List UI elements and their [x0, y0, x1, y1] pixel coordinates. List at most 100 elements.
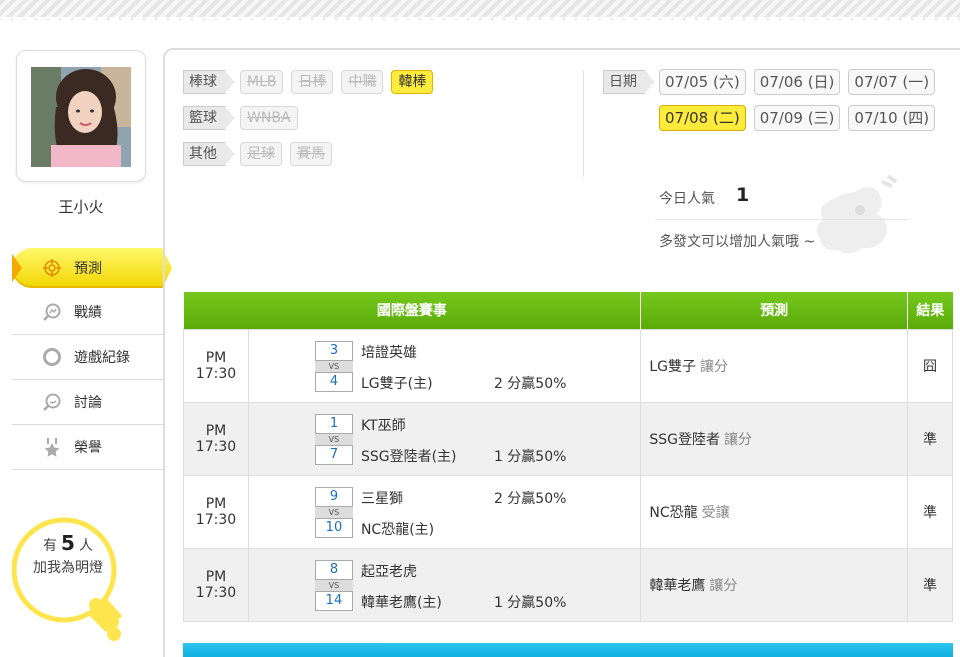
target-icon — [42, 258, 62, 278]
date-chip-0708[interactable]: 07/08 (二) — [659, 105, 746, 131]
popularity-message: 多發文可以增加人氣哦 ~ — [659, 234, 816, 250]
chip-horse-racing[interactable]: 賽馬 — [290, 142, 332, 166]
nav-item-label: 榮譽 — [74, 440, 102, 456]
away-team: KT巫師 — [360, 417, 406, 434]
away-score: 9 — [314, 486, 353, 507]
prediction-cell: SSG登陸者 讓分 — [640, 401, 909, 476]
table-header: 國際盤賽事 預測 結果 — [183, 292, 953, 329]
circle-icon — [42, 347, 62, 367]
result-cell: 準 — [907, 401, 953, 476]
category-row-baseball: 棒球 MLB 日棒 中職 韓棒 — [183, 70, 441, 94]
vs-label: VS — [314, 360, 353, 372]
home-team: NC恐龍(主) — [360, 521, 435, 538]
category-row-other: 其他 足球 賽馬 — [183, 142, 340, 166]
table-row: PM 17:30 1 VS 7 KT巫師 SSG登陸者(主) 1 分贏50% SSG登陸者 讓分… — [183, 401, 953, 476]
prediction-table: 國際盤賽事 預測 結果 PM 17:30 3 VS 4 培證英雄 LG雙子(主) 2 分贏5… — [183, 292, 953, 622]
handicap: 1 分贏50% — [493, 448, 567, 465]
star-medal-icon — [42, 437, 62, 457]
away-score: 3 — [314, 340, 353, 361]
result-cell: 準 — [907, 474, 953, 549]
category-label-basketball: 籃球 — [183, 106, 234, 130]
chat-search-icon — [42, 392, 62, 412]
prediction-cell: LG雙子 讓分 — [640, 328, 909, 403]
sidebar-nav: 預測 戰績 遊戲紀錄 討論 榮譽 — [12, 248, 172, 470]
category-row-basketball: 籃球 WNBA — [183, 106, 306, 130]
match-time: PM 17:30 — [183, 401, 249, 476]
prediction-type: 受讓 — [701, 504, 730, 521]
decorative-top-border — [0, 0, 960, 25]
category-label-other: 其他 — [183, 142, 234, 166]
header-match: 國際盤賽事 — [183, 292, 642, 329]
date-chip-0706[interactable]: 07/06 (日) — [753, 69, 841, 95]
nav-item-discussion[interactable]: 討論 — [12, 380, 164, 425]
date-label: 日期 — [603, 70, 654, 94]
handicap: 1 分贏50% — [493, 594, 567, 611]
vs-label: VS — [314, 433, 353, 445]
home-team: LG雙子(主) — [360, 375, 433, 392]
category-label-baseball: 棒球 — [183, 70, 234, 94]
chip-mlb[interactable]: MLB — [240, 70, 284, 94]
prediction-type: 讓分 — [723, 431, 752, 448]
popularity-value: 1 — [736, 184, 750, 206]
nav-item-label: 遊戲紀錄 — [74, 350, 130, 366]
nav-item-honor[interactable]: 榮譽 — [12, 425, 164, 470]
date-chip-0709[interactable]: 07/09 (三) — [753, 105, 841, 131]
divider — [583, 70, 584, 177]
chip-npb[interactable]: 日棒 — [291, 70, 334, 94]
vs-label: VS — [314, 579, 353, 591]
user-name: 王小火 — [58, 198, 104, 216]
vs-label: VS — [314, 506, 353, 518]
nav-item-record[interactable]: 戰績 — [12, 290, 164, 335]
away-team: 起亞老虎 — [360, 563, 417, 580]
nav-item-label: 戰績 — [74, 305, 102, 321]
match-time: PM 17:30 — [183, 474, 249, 549]
home-score: 4 — [314, 371, 353, 392]
date-chip-0710[interactable]: 07/10 (四) — [848, 105, 936, 131]
chip-cpbl[interactable]: 中職 — [341, 70, 384, 94]
away-team: 培證英雄 — [360, 344, 417, 361]
match-cell: 1 VS 7 KT巫師 SSG登陸者(主) 1 分贏50% — [247, 401, 642, 476]
match-time: PM 17:30 — [183, 328, 249, 403]
table-row: PM 17:30 8 VS 14 起亞老虎 韓華老鷹(主) 1 分贏50% 韓華老鷹 讓分準 — [183, 547, 953, 622]
date-row-1: 07/05 (六) 07/06 (日) 07/07 (一) — [659, 69, 943, 95]
home-team: SSG登陸者(主) — [360, 448, 457, 465]
date-row-2: 07/08 (二) 07/09 (三) 07/10 (四) — [659, 105, 943, 131]
table-row: PM 17:30 9 VS 10 三星獅 NC恐龍(主) 2 分贏50% NC恐龍 受讓準 — [183, 474, 953, 549]
light-fans-text: 有5人 加我為明燈 — [33, 531, 103, 576]
home-score: 7 — [314, 444, 353, 465]
popularity-label: 今日人氣 — [659, 191, 715, 207]
match-time: PM 17:30 — [183, 547, 249, 622]
prediction-team: NC恐龍 — [649, 504, 698, 521]
date-chip-0705[interactable]: 07/05 (六) — [659, 69, 746, 95]
avatar-card[interactable] — [16, 50, 146, 182]
chip-kbo[interactable]: 韓棒 — [391, 70, 434, 94]
header-result: 結果 — [907, 292, 953, 329]
prediction-type: 讓分 — [700, 358, 729, 375]
header-prediction: 預測 — [640, 292, 909, 329]
away-team: 三星獅 — [360, 490, 403, 507]
home-score: 10 — [314, 517, 353, 538]
prediction-cell: NC恐龍 受讓 — [640, 474, 909, 549]
prediction-cell: 韓華老鷹 讓分 — [640, 547, 909, 622]
prediction-team: SSG登陸者 — [649, 431, 720, 448]
nav-item-label: 預測 — [74, 261, 102, 277]
nav-item-game-history[interactable]: 遊戲紀錄 — [12, 335, 164, 380]
chip-soccer[interactable]: 足球 — [240, 142, 282, 166]
table-row: PM 17:30 3 VS 4 培證英雄 LG雙子(主) 2 分贏50% LG雙子 讓分囧 — [183, 328, 953, 403]
chart-search-icon — [42, 302, 62, 322]
second-table-header — [183, 643, 953, 657]
handicap: 2 分贏50% — [493, 375, 567, 392]
mascot-watermark-icon — [816, 174, 898, 254]
date-label-row: 日期 — [603, 70, 660, 94]
prediction-team: 韓華老鷹 — [649, 577, 706, 594]
date-chip-0707[interactable]: 07/07 (一) — [848, 69, 936, 95]
nav-item-predict[interactable]: 預測 — [12, 248, 172, 288]
chip-wnba[interactable]: WNBA — [240, 106, 298, 130]
match-cell: 3 VS 4 培證英雄 LG雙子(主) 2 分贏50% — [247, 328, 642, 403]
away-score: 1 — [314, 413, 353, 434]
home-team: 韓華老鷹(主) — [360, 594, 442, 611]
match-cell: 8 VS 14 起亞老虎 韓華老鷹(主) 1 分贏50% — [247, 547, 642, 622]
divider — [655, 219, 907, 220]
result-cell: 準 — [907, 547, 953, 622]
home-score: 14 — [314, 590, 353, 611]
